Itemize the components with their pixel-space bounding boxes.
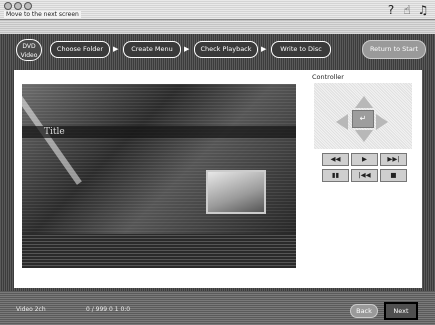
zoom-window-icon[interactable]: [24, 2, 32, 10]
dpad-right-button[interactable]: [376, 114, 388, 130]
guide-icon[interactable]: ♫: [416, 3, 430, 17]
step-create-menu[interactable]: Create Menu: [123, 41, 181, 58]
dvd-badge-line2: Video: [20, 52, 38, 59]
next-chapter-button[interactable]: ▶▶|: [380, 153, 407, 166]
preview-title-text[interactable]: Title: [44, 126, 65, 138]
dpad-left-button[interactable]: [336, 114, 348, 130]
preview-bottom-band: [22, 234, 296, 268]
step-arrow-icon: ▶: [261, 45, 267, 53]
previous-chapter-button[interactable]: |◀◀: [351, 169, 378, 182]
dpad-enter-button[interactable]: ↵: [352, 110, 374, 128]
step-choose-folder[interactable]: Choose Folder: [50, 41, 110, 58]
menu-preview[interactable]: Title: [22, 84, 296, 268]
status-timecode: 0 / 999 0 1 0:0: [86, 306, 131, 313]
dpad-down-button[interactable]: [355, 130, 373, 142]
controller-label: Controller: [312, 73, 344, 81]
step-write-to-disc[interactable]: Write to Disc: [271, 41, 331, 58]
status-video-info: Video 2ch: [16, 306, 46, 313]
title-bar: Move to the next screen ? ☝ ♫: [0, 0, 435, 20]
return-to-start-button[interactable]: Return to Start: [362, 40, 426, 59]
dvd-video-badge: DVD Video: [16, 39, 42, 61]
dpad-up-button[interactable]: [355, 96, 373, 108]
close-window-icon[interactable]: [4, 2, 12, 10]
hand-icon[interactable]: ☝: [400, 3, 414, 17]
rewind-button[interactable]: ◀◀: [322, 153, 349, 166]
toolbar-divider: [0, 20, 435, 34]
preview-thumbnail[interactable]: [206, 170, 266, 214]
next-button[interactable]: Next: [384, 302, 418, 320]
step-arrow-icon: ▶: [113, 45, 119, 53]
play-button[interactable]: ▶: [351, 153, 378, 166]
stop-button[interactable]: ■: [380, 169, 407, 182]
step-arrow-icon: ▶: [184, 45, 190, 53]
pause-button[interactable]: ▮▮: [322, 169, 349, 182]
step-check-playback[interactable]: Check Playback: [194, 41, 258, 58]
dvd-badge-line1: DVD: [22, 43, 36, 50]
back-button[interactable]: Back: [350, 304, 378, 318]
help-icon[interactable]: ?: [384, 3, 398, 17]
minimize-window-icon[interactable]: [14, 2, 22, 10]
window-title: Move to the next screen: [4, 11, 81, 18]
